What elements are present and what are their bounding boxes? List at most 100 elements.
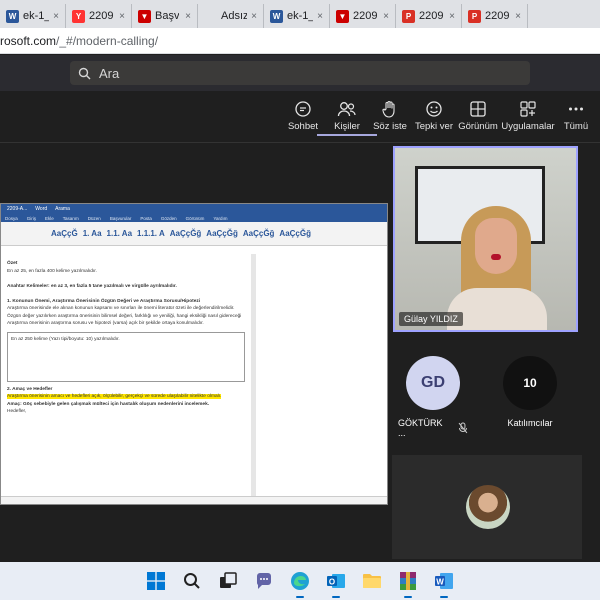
doc-text-line: En az 250 kelime (Yazı tipi/boyutu: 10) … bbox=[11, 336, 120, 342]
doc-text-line: Özgün değer yazılırken araştırma önerisi… bbox=[7, 313, 242, 319]
browser-tab-label: 2209 bbox=[89, 10, 114, 22]
outlook-button[interactable]: O bbox=[323, 568, 349, 598]
shared-word-document: 2209-A... Word Arama Dosya Giriş Ekle Tasarım… bbox=[0, 203, 388, 505]
close-tab-icon[interactable]: × bbox=[119, 11, 125, 22]
doc-menu-bar: Dosya Giriş Ekle Tasarım Düzen Başvurular Post… bbox=[1, 214, 387, 222]
doc-menu-item[interactable]: Tasarım bbox=[63, 216, 79, 221]
doc-text-line bbox=[7, 290, 245, 298]
search-input[interactable]: Ara bbox=[70, 61, 530, 85]
search-placeholder: Ara bbox=[99, 65, 120, 81]
participants-count-tile[interactable]: 10 Katılımcılar bbox=[498, 356, 562, 428]
search-icon bbox=[78, 67, 91, 79]
highlighted-text: Araştırma önerisinin amacı ve hedefleri … bbox=[7, 394, 222, 399]
doc-menu-item[interactable]: Gözden bbox=[161, 216, 177, 221]
browser-tab-label: Adsız bbox=[221, 10, 248, 22]
doc-style-gallery-item[interactable]: 1.1.1. A bbox=[137, 229, 165, 238]
doc-status-bar bbox=[1, 496, 387, 504]
taskbar: O W bbox=[0, 562, 600, 600]
doc-style-gallery-item[interactable]: 1.1. Aa bbox=[107, 229, 133, 238]
browser-tab[interactable]: P 2209 × bbox=[396, 4, 462, 28]
edge-icon bbox=[291, 572, 309, 590]
browser-tab-label: 2209 bbox=[419, 10, 444, 22]
participants-count: 10 bbox=[503, 356, 557, 410]
file-explorer-button[interactable] bbox=[359, 568, 385, 594]
yandex-icon: Y bbox=[72, 9, 85, 23]
teams-chat-button[interactable] bbox=[251, 568, 277, 594]
doc-menu-item[interactable]: Ekle bbox=[45, 216, 54, 221]
browser-tab[interactable]: Wek-1_ × bbox=[264, 4, 330, 28]
doc-menu-item[interactable]: Başvurular bbox=[110, 216, 132, 221]
word-button[interactable]: W bbox=[431, 568, 457, 598]
browser-tab[interactable]: Adsız × bbox=[198, 4, 264, 28]
participant-name-row: GÖKTÜRK ... bbox=[398, 418, 468, 438]
avatar: GD bbox=[406, 356, 460, 410]
more-button[interactable]: Tümü bbox=[546, 99, 600, 132]
doc-page: Özet En az 25, en fazla 400 kelime yazılm… bbox=[1, 254, 251, 504]
doc-menu-item[interactable]: Posta bbox=[140, 216, 152, 221]
close-tab-icon[interactable]: × bbox=[317, 11, 323, 22]
doc-style-gallery-item[interactable]: AaÇçĞ bbox=[51, 229, 78, 238]
close-tab-icon[interactable]: × bbox=[251, 11, 257, 22]
svg-text:O: O bbox=[329, 578, 335, 587]
windows-icon bbox=[147, 572, 165, 590]
raise-hand-icon bbox=[382, 100, 395, 118]
doc-style-gallery-item[interactable]: AaÇçĞğ bbox=[279, 229, 311, 238]
doc-text-line: 2. Amaç ve Hedefler bbox=[7, 386, 53, 392]
close-tab-icon[interactable]: × bbox=[515, 11, 521, 22]
doc-text-line: 1. Konunun Önemi, Araştırma Önerisinin Ö… bbox=[7, 298, 201, 304]
doc-style-gallery-item[interactable]: 1. Aa bbox=[83, 229, 102, 238]
browser-tab[interactable]: Wek-1_ × bbox=[0, 4, 66, 28]
close-tab-icon[interactable]: × bbox=[449, 11, 455, 22]
doc-menu-item[interactable]: Dosya bbox=[5, 216, 18, 221]
chat-app-icon bbox=[257, 573, 271, 589]
doc-text-line: En az 25, en fazla 400 kelime yazılmalıd… bbox=[7, 268, 97, 274]
browser-tab-label: ek-1_ bbox=[23, 10, 50, 22]
pdf-icon: P bbox=[468, 9, 481, 23]
browser-tab[interactable]: Y 2209 × bbox=[66, 4, 132, 28]
close-tab-icon[interactable]: × bbox=[185, 11, 191, 22]
speaker-name-label: Gülay YILDIZ bbox=[399, 312, 463, 326]
svg-text:W: W bbox=[436, 578, 444, 587]
address-bar[interactable]: rosoft.com/_#/modern-calling/ bbox=[0, 28, 600, 54]
apps-icon bbox=[520, 101, 536, 117]
doc-side-area bbox=[256, 254, 387, 496]
doc-menu-item[interactable]: Düzen bbox=[88, 216, 101, 221]
start-button[interactable] bbox=[143, 568, 169, 594]
task-view-button[interactable] bbox=[215, 568, 241, 594]
teams-header: Ara bbox=[0, 55, 600, 91]
doc-text-line: Araştırma önerisinin amacı ve hedefleri … bbox=[7, 393, 245, 401]
participant-tile[interactable]: GD GÖKTÜRK ... bbox=[398, 356, 468, 438]
doc-menu-item[interactable]: Yardım bbox=[213, 216, 227, 221]
edge-button[interactable] bbox=[287, 568, 313, 598]
participants-label: Katılımcılar bbox=[507, 418, 553, 428]
archive-icon bbox=[400, 572, 416, 590]
browser-tab-label: Başv bbox=[155, 10, 180, 22]
task-view-icon bbox=[220, 572, 237, 588]
browser-tab-label: 2209 bbox=[485, 10, 510, 22]
doc-title-bar: 2209-A... Word Arama bbox=[1, 204, 387, 214]
app-icon: ▼ bbox=[336, 9, 349, 23]
chat-icon bbox=[295, 101, 311, 117]
winrar-button[interactable] bbox=[395, 568, 421, 598]
browser-tab[interactable]: P 2209 × bbox=[462, 4, 528, 28]
browser-tab[interactable]: ▼ 2209 × bbox=[330, 4, 396, 28]
browser-tab-label: ek-1_ bbox=[287, 10, 314, 22]
address-url[interactable]: rosoft.com/_#/modern-calling/ bbox=[0, 34, 158, 48]
more-icon bbox=[569, 107, 583, 111]
doc-style-gallery-item[interactable]: AaÇçĞğ bbox=[206, 229, 238, 238]
self-video-tile[interactable] bbox=[392, 455, 582, 559]
taskbar-search-button[interactable] bbox=[179, 568, 205, 594]
doc-menu-item[interactable]: Görünüm bbox=[186, 216, 205, 221]
speaker-video-tile[interactable]: Gülay YILDIZ bbox=[393, 146, 578, 332]
outlook-icon: O bbox=[327, 574, 345, 588]
close-tab-icon[interactable]: × bbox=[383, 11, 389, 22]
doc-title-item: Word bbox=[35, 206, 48, 212]
meeting-toolbar: Sohbet Kişiler Söz iste Tepki ver Görünü… bbox=[0, 91, 600, 143]
doc-text-line: Hedefler, bbox=[7, 409, 27, 414]
browser-tab[interactable]: ▼ Başv × bbox=[132, 4, 198, 28]
doc-menu-item[interactable]: Giriş bbox=[27, 216, 36, 221]
close-tab-icon[interactable]: × bbox=[53, 11, 59, 22]
doc-text-line: Özet bbox=[7, 261, 18, 266]
doc-style-gallery-item[interactable]: AaÇçĞğ bbox=[170, 229, 202, 238]
doc-style-gallery-item[interactable]: AaÇçĞğ bbox=[243, 229, 275, 238]
